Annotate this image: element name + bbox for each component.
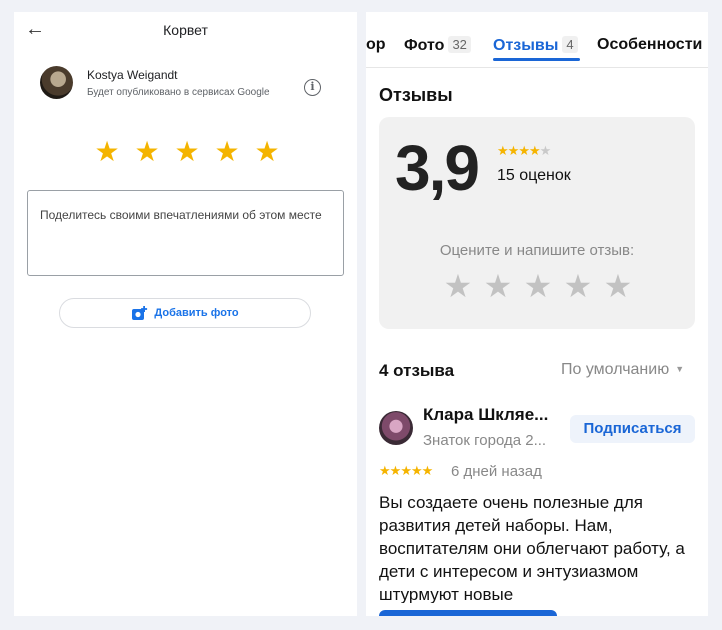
- tab-overview[interactable]: ор: [366, 36, 386, 54]
- rate-star-input: ★ ★ ★ ★ ★: [441, 269, 635, 303]
- active-tab-indicator: [493, 58, 580, 61]
- star-icon: ★: [518, 143, 530, 158]
- star-icon: ★: [379, 463, 391, 478]
- sort-label: По умолчанию: [561, 361, 670, 378]
- subscribe-button[interactable]: Подписаться: [570, 415, 695, 443]
- star-icon[interactable]: ★: [601, 269, 635, 303]
- tab-bar: ор Фото 32 Отзывы 4 Особенности: [366, 12, 708, 68]
- star-icon[interactable]: ★: [441, 269, 475, 303]
- review-text-input[interactable]: Поделитесь своими впечатлениями об этом …: [27, 190, 344, 276]
- caret-down-icon: ▼: [675, 364, 685, 374]
- avatar: [40, 66, 73, 99]
- star-icon[interactable]: ★: [561, 269, 595, 303]
- star-icon[interactable]: ★: [252, 137, 282, 167]
- star-icon[interactable]: ★: [132, 137, 162, 167]
- star-icon: ★: [528, 143, 541, 158]
- mini-star-rating: ★★★★★: [497, 143, 552, 159]
- star-icon: ★: [389, 463, 402, 478]
- add-photo-button[interactable]: Добавить фото: [59, 298, 311, 328]
- tab-label: Особенности: [597, 36, 703, 53]
- star-icon[interactable]: ★: [481, 269, 515, 303]
- tab-features[interactable]: Особенности: [597, 36, 702, 54]
- star-icon: ★: [539, 143, 552, 158]
- add-photo-label: Добавить фото: [154, 307, 239, 319]
- star-icon[interactable]: ★: [172, 137, 202, 167]
- star-icon: ★: [497, 143, 509, 158]
- review-stars: ★★★★★: [379, 463, 434, 479]
- review-header: ← Корвет: [14, 12, 357, 48]
- star-icon: ★: [400, 463, 412, 478]
- star-icon: ★: [410, 463, 423, 478]
- section-title: Отзывы: [379, 85, 453, 105]
- review-date: 6 дней назад: [451, 463, 542, 480]
- tab-label: Отзывы: [493, 37, 559, 54]
- review-text: Вы создаете очень полезные для развития …: [379, 493, 685, 603]
- publish-note: Будет опубликовано в сервисах Google: [87, 87, 270, 98]
- rating-summary-card: 3,9 ★★★★★ 15 оценок Оцените и напишите о…: [379, 117, 695, 329]
- info-icon[interactable]: i: [304, 79, 321, 96]
- yandex-reviews-panel: ор Фото 32 Отзывы 4 Особенности Отзывы 3,9…: [366, 12, 708, 616]
- avatar[interactable]: [379, 411, 413, 445]
- review-author[interactable]: Клара Шкляе...: [423, 405, 569, 425]
- bottom-button-edge[interactable]: [379, 610, 557, 616]
- google-review-panel: ← Корвет Kostya Weigandt Будет опубликов…: [14, 12, 357, 616]
- user-row: Kostya Weigandt Будет опубликовано в сер…: [40, 66, 340, 126]
- star-icon: ★: [421, 463, 434, 478]
- average-rating: 3,9: [395, 132, 480, 204]
- star-icon[interactable]: ★: [212, 137, 242, 167]
- review-author-level: Знаток города 2...: [423, 432, 547, 449]
- star-rating: ★ ★ ★ ★ ★: [92, 137, 282, 169]
- add-photo-icon: [131, 305, 148, 321]
- tab-label: ор: [366, 36, 386, 53]
- tab-reviews[interactable]: Отзывы 4: [493, 36, 578, 55]
- reviews-list-count: 4 отзыва: [379, 361, 455, 380]
- tab-count: 32: [448, 36, 471, 53]
- place-title: Корвет: [163, 22, 208, 38]
- ratings-count: 15 оценок: [497, 167, 571, 184]
- star-icon[interactable]: ★: [521, 269, 555, 303]
- star-icon: ★: [507, 143, 520, 158]
- tab-label: Фото: [404, 37, 445, 54]
- review-placeholder: Поделитесь своими впечатлениями об этом …: [40, 208, 322, 222]
- user-name: Kostya Weigandt: [87, 68, 178, 82]
- star-icon[interactable]: ★: [92, 137, 122, 167]
- tab-photos[interactable]: Фото 32: [404, 36, 471, 55]
- sort-dropdown[interactable]: По умолчанию ▼: [561, 361, 684, 379]
- tab-count: 4: [562, 36, 578, 53]
- rate-prompt: Оцените и напишите отзыв:: [439, 242, 635, 259]
